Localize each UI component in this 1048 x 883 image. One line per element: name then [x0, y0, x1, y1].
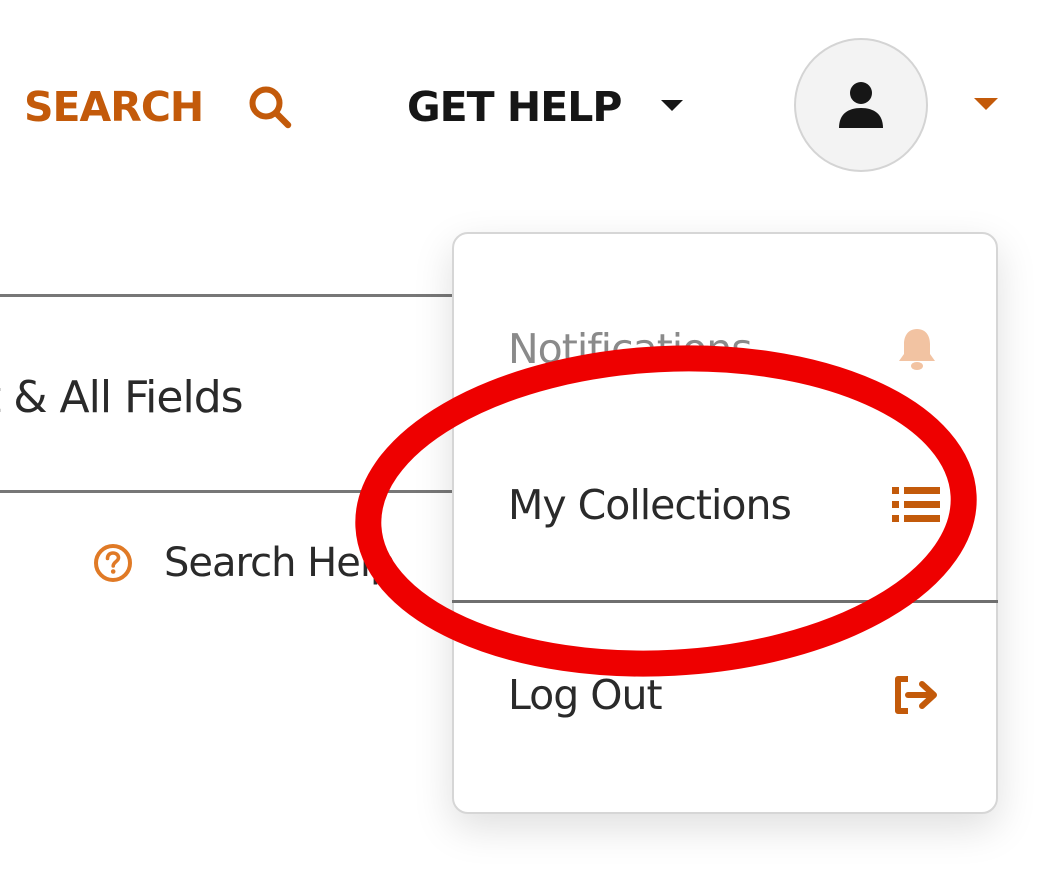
account-caret-down-icon[interactable]	[974, 98, 998, 112]
account-avatar-button[interactable]	[794, 38, 928, 172]
search-help-link[interactable]: Search Help	[92, 540, 395, 586]
nav-get-help-label: GET HELP	[407, 83, 622, 131]
search-field-border-bottom	[0, 490, 470, 493]
sign-out-icon	[895, 676, 937, 714]
menu-divider	[452, 600, 998, 603]
menu-item-log-out-label: Log Out	[508, 671, 663, 719]
search-help-label: Search Help	[164, 540, 395, 586]
search-field-selector[interactable]: t & All Fields	[0, 368, 244, 428]
menu-item-notifications-label: Notifications	[508, 325, 753, 373]
menu-item-my-collections[interactable]: My Collections	[508, 470, 940, 540]
menu-item-log-out[interactable]: Log Out	[508, 660, 940, 730]
search-field-border-top	[0, 294, 470, 297]
nav-search-link[interactable]: SEARCH	[24, 80, 293, 134]
menu-item-my-collections-label: My Collections	[508, 481, 792, 529]
user-icon	[839, 82, 883, 128]
search-icon	[249, 86, 292, 129]
nav-search-label: SEARCH	[24, 83, 204, 131]
menu-item-notifications[interactable]: Notifications	[508, 314, 940, 384]
list-icon	[892, 487, 940, 522]
nav-get-help-menu[interactable]: GET HELP	[407, 80, 684, 134]
caret-down-icon	[661, 100, 684, 111]
help-circle-icon	[94, 544, 132, 582]
bell-icon	[899, 329, 935, 370]
